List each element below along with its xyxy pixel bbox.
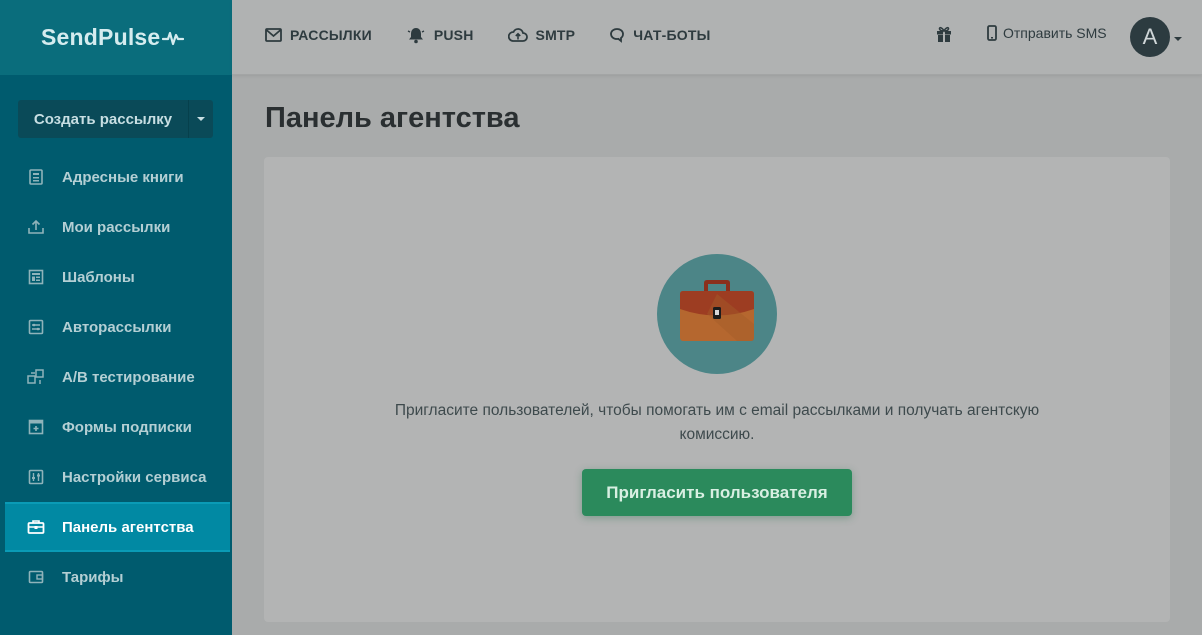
- avatar[interactable]: A: [1130, 17, 1170, 57]
- chat-bubble-icon: [610, 28, 625, 43]
- sidebar-item-label: Авторассылки: [62, 318, 172, 336]
- logo-bar: SendPulse: [0, 0, 232, 75]
- create-campaign-button[interactable]: Создать рассылку: [18, 100, 189, 138]
- sidebar-item-label: Настройки сервиса: [62, 468, 207, 486]
- nav-label: ЧАТ-БОТЫ: [633, 27, 711, 43]
- logo-text: SendPulse: [41, 24, 161, 50]
- sidebar-menu: Адресные книги Мои рассылки Шаблоны Авто…: [0, 152, 232, 602]
- sidebar-item-label: Адресные книги: [62, 168, 184, 186]
- address-book-icon: [27, 168, 45, 186]
- sidebar-item-label: Мои рассылки: [62, 218, 171, 236]
- briefcase-icon: [27, 518, 45, 536]
- settings-sliders-icon: [27, 468, 45, 486]
- sidebar-item-label: Тарифы: [62, 568, 124, 586]
- briefcase-emblem: [657, 254, 777, 374]
- template-icon: [27, 268, 45, 286]
- gift-button[interactable]: [935, 25, 953, 48]
- sidebar-item-my-campaigns[interactable]: Мои рассылки: [0, 202, 232, 252]
- briefcase-illustration-icon: [680, 280, 754, 341]
- nav-chatbots[interactable]: ЧАТ-БОТЫ: [609, 27, 710, 43]
- wallet-icon: [27, 568, 45, 586]
- sidebar-item-service-settings[interactable]: Настройки сервиса: [0, 452, 232, 502]
- create-campaign-group: Создать рассылку: [18, 100, 213, 138]
- sidebar-item-templates[interactable]: Шаблоны: [0, 252, 232, 302]
- sidebar-item-label: Шаблоны: [62, 268, 135, 286]
- logo[interactable]: SendPulse: [41, 24, 185, 51]
- send-sms-label: Отправить SMS: [1003, 25, 1107, 41]
- automation-icon: [27, 318, 45, 336]
- invite-user-button[interactable]: Пригласить пользователя: [582, 469, 852, 516]
- sidebar-item-label: A/B тестирование: [62, 368, 195, 386]
- sidebar-item-subscription-forms[interactable]: Формы подписки: [0, 402, 232, 452]
- caret-down-icon: [197, 117, 205, 121]
- mobile-phone-icon: [987, 25, 997, 41]
- sidebar: SendPulse Создать рассылку Адресные книг…: [0, 0, 232, 635]
- sidebar-item-automations[interactable]: Авторассылки: [0, 302, 232, 352]
- sidebar-item-label: Панель агентства: [62, 518, 194, 536]
- bell-icon: [407, 28, 425, 44]
- nav-push[interactable]: PUSH: [406, 26, 474, 44]
- product-nav: РАССЫЛКИ PUSH SMTP ЧАТ-БОТЫ: [265, 0, 745, 70]
- form-icon: [27, 418, 45, 436]
- page-title: Панель агентства: [265, 102, 520, 134]
- caret-down-icon[interactable]: [1174, 37, 1182, 41]
- ab-test-icon: [27, 368, 45, 386]
- nav-smtp[interactable]: SMTP: [507, 27, 576, 43]
- nav-email-campaigns[interactable]: РАССЫЛКИ: [265, 27, 372, 43]
- send-sms-button[interactable]: Отправить SMS: [987, 25, 1107, 41]
- upload-tray-icon: [27, 218, 45, 236]
- sidebar-item-pricing[interactable]: Тарифы: [0, 552, 232, 602]
- top-navbar: РАССЫЛКИ PUSH SMTP ЧАТ-БОТЫ Отправить SM…: [232, 0, 1202, 75]
- cloud-upload-icon: [507, 28, 528, 42]
- create-campaign-dropdown[interactable]: [189, 100, 213, 138]
- nav-label: PUSH: [433, 27, 474, 43]
- nav-label: SMTP: [535, 27, 576, 43]
- envelope-icon: [265, 28, 282, 42]
- nav-label: РАССЫЛКИ: [290, 27, 372, 43]
- sidebar-item-ab-testing[interactable]: A/B тестирование: [0, 352, 232, 402]
- sidebar-item-label: Формы подписки: [62, 418, 192, 436]
- sidebar-item-address-books[interactable]: Адресные книги: [0, 152, 232, 202]
- invite-description: Пригласите пользователей, чтобы помогать…: [394, 402, 1040, 443]
- sidebar-item-agency-panel[interactable]: Панель агентства: [5, 502, 230, 552]
- gift-icon: [937, 26, 951, 42]
- pulse-icon: [162, 31, 185, 45]
- agency-panel-card: Пригласите пользователей, чтобы помогать…: [264, 157, 1170, 622]
